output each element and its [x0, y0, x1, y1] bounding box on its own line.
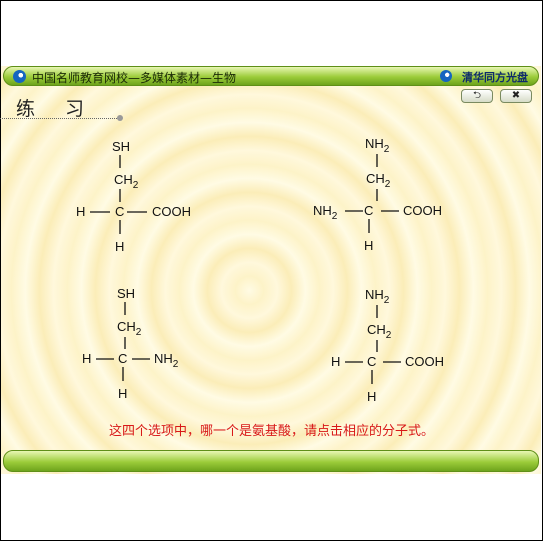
formula-top-group: SH	[117, 286, 135, 301]
svg-text:NH2: NH2	[313, 203, 338, 222]
brand-label: 清华同方光盘	[462, 71, 528, 84]
formula-option-a[interactable]: SH CH2 H C COOH H	[68, 136, 208, 262]
title-bar: 中国名师教育网校—多媒体素材—生物 清华同方光盘	[3, 66, 539, 86]
svg-text:CH2: CH2	[367, 322, 392, 341]
formula-right-group: COOH	[152, 204, 191, 219]
svg-text:NH2: NH2	[154, 351, 179, 370]
bottom-bar	[3, 450, 539, 472]
formula-mid-group: CH	[117, 319, 136, 334]
formula-right-subscript: 2	[173, 359, 179, 370]
formula-bottom-group: H	[118, 386, 127, 401]
formula-left-subscript: 2	[332, 211, 338, 222]
formula-mid-subscript: 2	[385, 179, 391, 190]
formula-top-subscript: 2	[384, 144, 390, 155]
heading-divider	[0, 118, 117, 119]
formula-mid-group: CH	[366, 171, 385, 186]
formula-option-d[interactable]: NH2 CH2 H C COOH H	[325, 284, 465, 410]
formula-left-group: H	[82, 351, 91, 366]
brand-logo-icon	[440, 70, 452, 82]
formula-right-group: COOH	[403, 203, 442, 218]
window-title: 中国名师教育网校—多媒体素材—生物	[32, 71, 237, 85]
formula-option-b[interactable]: NH2 CH2 NH2 C COOH H	[311, 133, 461, 259]
formula-top-group: NH	[365, 287, 384, 302]
instruction-text: 这四个选项中，哪一个是氨基酸，请点击相应的分子式。	[108, 424, 434, 439]
formula-left-group: NH	[313, 203, 332, 218]
formula-top-group: SH	[112, 139, 130, 154]
formula-bottom-group: H	[367, 389, 376, 404]
formula-left-group: H	[331, 354, 340, 369]
content-stage	[1, 66, 541, 474]
formula-center-atom: C	[118, 351, 127, 366]
svg-text:CH2: CH2	[114, 172, 139, 191]
app-logo-icon	[13, 70, 26, 83]
formula-mid-subscript: 2	[136, 327, 142, 338]
heading-dot-icon	[117, 115, 123, 121]
page-title: 练习	[16, 98, 115, 120]
formula-bottom-group: H	[364, 238, 373, 253]
formula-mid-group: CH	[367, 322, 386, 337]
formula-right-group: NH	[154, 351, 173, 366]
formula-mid-group: CH	[114, 172, 133, 187]
formula-mid-subscript: 2	[133, 180, 139, 191]
formula-center-atom: C	[115, 204, 124, 219]
formula-bottom-group: H	[115, 239, 124, 254]
formula-top-subscript: 2	[384, 295, 390, 306]
formula-center-atom: C	[364, 203, 373, 218]
formula-left-group: H	[76, 204, 85, 219]
svg-text:CH2: CH2	[117, 319, 142, 338]
formula-option-c[interactable]: SH CH2 H C NH2 H	[74, 283, 204, 409]
formula-mid-subscript: 2	[386, 330, 392, 341]
svg-text:NH2: NH2	[365, 136, 390, 155]
svg-text:NH2: NH2	[365, 287, 390, 306]
close-button[interactable]: ✖	[500, 89, 532, 103]
svg-text:CH2: CH2	[366, 171, 391, 190]
formula-right-group: COOH	[405, 354, 444, 369]
formula-center-atom: C	[367, 354, 376, 369]
back-button[interactable]: ⮌	[461, 89, 493, 103]
formula-top-group: NH	[365, 136, 384, 151]
